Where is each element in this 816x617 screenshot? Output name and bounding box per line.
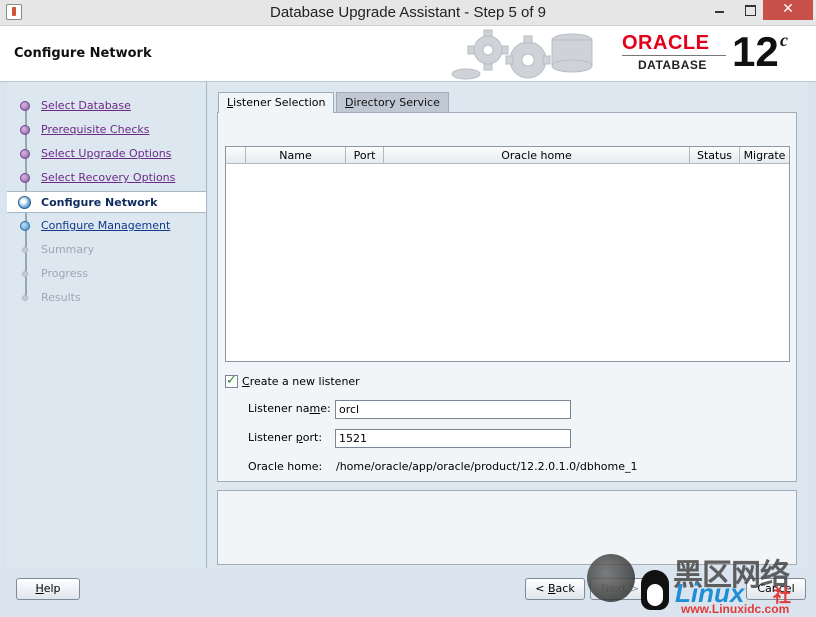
nav-step-label[interactable]: Prerequisite Checks (41, 123, 149, 136)
create-listener-mnemonic: C (242, 375, 250, 388)
nav-step-select-database[interactable]: Select Database (7, 95, 206, 117)
tab-label: istener Selection (233, 96, 326, 109)
nav-step-summary: Summary (7, 239, 206, 261)
page-title: Configure Network (14, 46, 152, 61)
step-done-icon (20, 173, 30, 183)
tab-listener-selection[interactable]: Listener Selection (218, 92, 335, 113)
listener-name-input[interactable] (335, 400, 571, 419)
column-header-name[interactable]: Name (246, 147, 346, 164)
nav-step-progress: Progress (7, 263, 206, 285)
logo-brand: ORACLE (622, 32, 710, 54)
step-next-icon (20, 221, 30, 231)
cancel-button[interactable]: Cancel (746, 578, 806, 600)
listener-port-input[interactable] (335, 429, 571, 448)
tab-label: irectory Service (353, 96, 440, 109)
step-navigator: Select Database Prerequisite Checks Sele… (7, 82, 207, 568)
gears-graphic (451, 29, 593, 80)
nav-step-label: Progress (41, 267, 88, 280)
close-icon: ✕ (782, 1, 794, 17)
listener-port-label: Listener port: (248, 431, 322, 444)
column-header-migrate[interactable]: Migrate (740, 147, 789, 164)
logo-version: 12 (732, 28, 779, 75)
nav-step-results: Results (7, 287, 206, 309)
nav-step-label: Configure Network (41, 196, 158, 209)
nav-step-label: Results (41, 291, 81, 304)
step-current-icon (18, 196, 31, 209)
nav-step-configure-management[interactable]: Configure Management (7, 215, 206, 237)
nav-step-select-upgrade-options[interactable]: Select Upgrade Options (7, 143, 206, 165)
listener-name-label: Listener name: (248, 402, 331, 415)
step-pending-icon (22, 295, 28, 301)
oracle-home-value: /home/oracle/app/oracle/product/12.2.0.1… (336, 460, 638, 473)
window-title: Database Upgrade Assistant - Step 5 of 9 (270, 4, 546, 21)
page-header: Configure Network ORACLE DATABASE 12 c (0, 26, 816, 82)
logo-version-suffix: c (780, 30, 788, 50)
message-area (217, 490, 797, 565)
listener-selection-panel: Name Port Oracle home Status Migrate Cre… (217, 112, 797, 482)
nav-step-configure-network: Configure Network (7, 191, 206, 213)
nav-step-label[interactable]: Select Recovery Options (41, 171, 175, 184)
nav-step-label[interactable]: Configure Management (41, 219, 170, 232)
listener-name-label-mnemonic: m (309, 402, 321, 415)
help-label: elp (43, 582, 61, 595)
title-bar: Database Upgrade Assistant - Step 5 of 9… (0, 0, 816, 26)
oracle-home-label: Oracle home: (248, 460, 323, 473)
back-prefix: < (535, 582, 548, 595)
listener-table[interactable]: Name Port Oracle home Status Migrate (225, 146, 790, 362)
column-header-status[interactable]: Status (690, 147, 740, 164)
watermark-brand: Linux (675, 578, 745, 608)
next-button[interactable]: Next > (590, 578, 650, 600)
help-button[interactable]: Help (16, 578, 80, 600)
logo-divider (622, 55, 726, 56)
create-listener-label[interactable]: Create a new listener (242, 375, 360, 388)
column-header-port[interactable]: Port (346, 147, 384, 164)
step-done-icon (20, 125, 30, 135)
listener-port-label-b: ort: (302, 431, 323, 444)
nav-step-prerequisite-checks[interactable]: Prerequisite Checks (7, 119, 206, 141)
listener-port-label-a: Listener (248, 431, 296, 444)
column-header-oracle-home[interactable]: Oracle home (384, 147, 690, 164)
back-button[interactable]: < Back (525, 578, 585, 600)
step-done-icon (20, 149, 30, 159)
tab-directory-service[interactable]: Directory Service (336, 92, 449, 112)
column-header-select[interactable] (226, 147, 246, 164)
create-listener-checkbox[interactable] (225, 373, 238, 388)
help-mnemonic: H (35, 582, 44, 595)
minimize-button[interactable] (706, 0, 734, 20)
nav-step-label[interactable]: Select Upgrade Options (41, 147, 171, 160)
logo-product: DATABASE (638, 58, 707, 72)
maximize-button[interactable] (736, 0, 764, 20)
listener-name-label-a: Listener na (248, 402, 310, 415)
listener-name-label-b: e: (320, 402, 331, 415)
step-pending-icon (22, 271, 28, 277)
nav-step-label[interactable]: Select Database (41, 99, 131, 112)
step-done-icon (20, 101, 30, 111)
main-panel: Listener Selection Directory Service Nam… (208, 82, 808, 568)
listener-port-label-mnemonic: p (295, 431, 303, 444)
nav-step-select-recovery-options[interactable]: Select Recovery Options (7, 167, 206, 189)
nav-step-label: Summary (41, 243, 95, 256)
close-button[interactable]: ✕ (763, 0, 813, 20)
status-strip (0, 608, 816, 617)
oracle-12c-logo: ORACLE DATABASE 12 c (616, 28, 806, 78)
create-listener-text: reate a new listener (249, 375, 360, 388)
back-mnemonic: B (548, 582, 556, 595)
listener-table-header: Name Port Oracle home Status Migrate (226, 147, 789, 164)
back-label: ack (555, 582, 575, 595)
step-pending-icon (22, 247, 28, 253)
